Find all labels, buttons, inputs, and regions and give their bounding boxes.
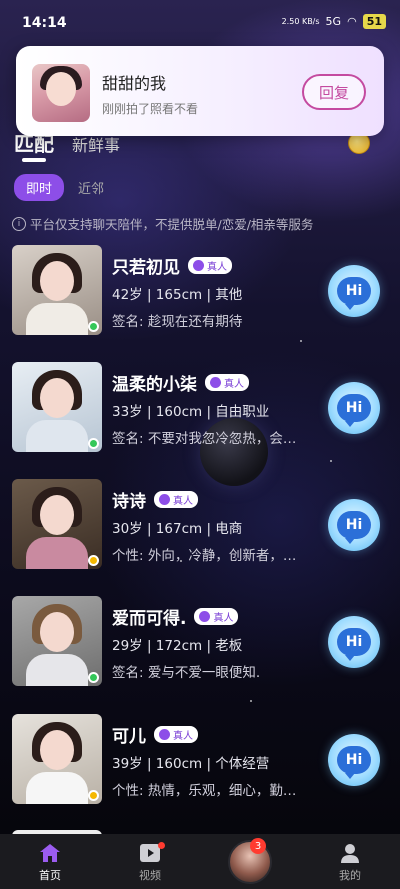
verified-label: 真人 [224,379,244,390]
say-hi-button[interactable]: Hi [328,382,380,434]
tab-indicator [22,158,46,162]
verified-label: 真人 [207,262,227,273]
user-photo[interactable] [12,596,102,686]
user-card[interactable]: 只若初见 真人 42岁 | 165cm | 其他 签名: 趁现在还有期待 Hi [12,245,388,337]
sub-tab-nearby[interactable]: 近邻 [78,178,104,197]
user-photo[interactable] [12,479,102,569]
bottom-nav: 首页 视频 3 我的 [0,834,400,889]
user-photo[interactable] [12,362,102,452]
profile-icon [341,844,359,863]
say-hi-button[interactable]: Hi [328,499,380,551]
notice-text: 平台仅支持聊天陪伴，不提供脱单/恋爱/相亲等服务 [30,217,314,232]
user-photo[interactable] [12,714,102,804]
verified-icon [199,611,211,622]
nav-mine-label: 我的 [339,869,361,882]
reply-button[interactable]: 回复 [302,74,366,110]
verified-label: 真人 [173,496,193,507]
star [300,340,302,342]
hi-icon: Hi [337,746,371,779]
star [250,700,252,702]
sender-avatar [32,64,90,122]
user-card[interactable]: 可儿 真人 39岁 | 160cm | 个体经营 个性: 热情，乐观，细心，勤…… [12,714,388,806]
user-name: 只若初见 [112,258,180,278]
hi-icon: Hi [337,394,371,427]
message-notification[interactable]: 甜甜的我 刚刚拍了照看不看 回复 [16,46,384,136]
user-info: 33岁 | 160cm | 自由职业 [112,404,270,420]
nav-video-label: 视频 [139,869,161,882]
user-signature: 签名: 爱与不爱一眼便知. [112,665,261,681]
user-signature: 个性: 外向，冷静，创新者，… [112,548,297,564]
user-card[interactable]: 爱而可得. 真人 29岁 | 172cm | 老板 签名: 爱与不爱一眼便知. … [12,596,388,688]
status-bar: 14:14 2.50 KB/s 5G ◠ 51 [0,0,400,44]
hi-icon: Hi [337,511,371,544]
user-info: 42岁 | 165cm | 其他 [112,287,243,303]
notification-message: 刚刚拍了照看不看 [102,102,199,116]
status-icons: 2.50 KB/s 5G ◠ 51 [282,14,386,29]
user-card[interactable]: 温柔的小柒 真人 33岁 | 160cm | 自由职业 签名: 不要对我忽冷忽热… [12,362,388,454]
nav-mine[interactable]: 我的 [300,834,400,889]
home-icon [40,844,60,862]
verified-badge: 真人 [154,491,198,508]
verified-icon [210,377,221,388]
nav-messages[interactable]: 3 [200,834,300,889]
user-signature: 签名: 趁现在还有期待 [112,314,243,330]
sub-tabs: 即时 近邻 [14,174,104,201]
verified-badge: 真人 [188,257,232,274]
verified-icon [159,729,170,740]
verified-label: 真人 [213,613,234,624]
battery-icon: 51 [362,14,386,29]
video-unread-dot [158,842,165,849]
user-info: 39岁 | 160cm | 个体经营 [112,756,270,772]
online-status-dot [88,672,99,683]
verified-badge: 真人 [154,726,198,743]
status-time: 14:14 [22,15,67,31]
hi-icon: Hi [337,628,371,661]
online-status-dot [88,555,99,566]
user-name: 诗诗 [112,492,146,512]
unread-badge: 3 [250,838,266,854]
say-hi-button[interactable]: Hi [328,616,380,668]
user-name: 爱而可得. [112,609,187,629]
say-hi-button[interactable]: Hi [328,734,380,786]
info-icon: i [12,216,26,231]
verified-badge: 真人 [194,608,239,625]
sub-tab-instant[interactable]: 即时 [14,174,65,201]
say-hi-button[interactable]: Hi [328,265,380,317]
wifi-icon: ◠ [347,15,357,28]
user-card[interactable]: 诗诗 真人 30岁 | 167cm | 电商 个性: 外向，冷静，创新者，… H… [12,479,388,571]
online-status-dot [88,321,99,332]
sender-name: 甜甜的我 [102,74,167,93]
online-status-dot [88,438,99,449]
online-status-dot [88,790,99,801]
star [330,460,332,462]
signal-label: 5G [325,15,342,28]
user-photo[interactable] [12,245,102,335]
user-signature: 签名: 不要对我忽冷忽热，会… [112,431,297,447]
user-info: 29岁 | 172cm | 老板 [112,638,243,654]
user-name: 温柔的小柒 [112,375,197,395]
hi-icon: Hi [337,277,371,310]
network-speed: 2.50 KB/s [281,17,320,26]
verified-icon [159,494,170,505]
nav-home[interactable]: 首页 [0,834,100,889]
platform-notice: i 平台仅支持聊天陪伴，不提供脱单/恋爱/相亲等服务 [12,214,313,233]
user-signature: 个性: 热情，乐观，细心，勤… [112,783,297,799]
user-name: 可儿 [112,727,146,747]
nav-video[interactable]: 视频 [100,834,200,889]
verified-label: 真人 [173,731,193,742]
nav-home-label: 首页 [39,869,61,882]
user-info: 30岁 | 167cm | 电商 [112,521,243,537]
verified-icon [193,260,204,271]
verified-badge: 真人 [205,374,249,391]
